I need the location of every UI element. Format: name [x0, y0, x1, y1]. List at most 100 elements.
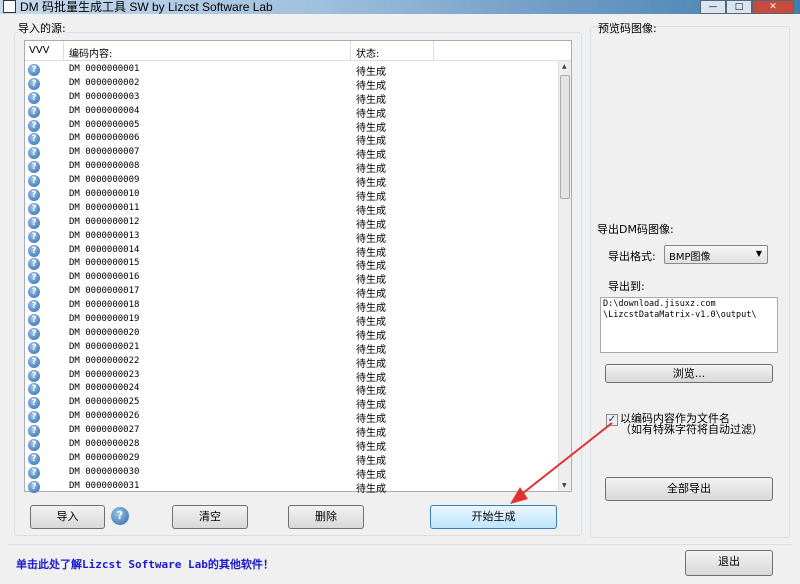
code-cell: DM 0000000031: [69, 480, 140, 491]
status-cell: 待生成: [356, 164, 386, 176]
status-cell: 待生成: [356, 122, 386, 134]
status-cell: 待生成: [356, 442, 386, 454]
table-row[interactable]: ? DM 0000000030 待生成: [25, 466, 559, 481]
import-button[interactable]: 导入: [30, 505, 105, 529]
scroll-down-icon[interactable]: ▼: [562, 482, 567, 489]
question-icon: ?: [28, 341, 40, 354]
status-cell: 待生成: [356, 150, 386, 162]
code-cell: DM 0000000021: [69, 341, 140, 352]
app-icon: [3, 0, 16, 13]
vertical-scrollbar[interactable]: ▲ ▼: [558, 61, 571, 491]
format-select[interactable]: BMP图像 ▼: [664, 245, 768, 264]
code-cell: DM 0000000018: [69, 300, 140, 311]
source-list[interactable]: VVV 编码内容: 状态: ? DM 0000000001 待生成? DM 00000…: [24, 40, 572, 495]
table-row[interactable]: ? DM 0000000010 待生成: [25, 188, 559, 203]
table-row[interactable]: ? DM 0000000021 待生成: [25, 341, 559, 356]
code-cell: DM 0000000006: [69, 133, 140, 144]
table-row[interactable]: ? DM 0000000024 待生成: [25, 382, 559, 397]
status-cell: 待生成: [356, 94, 386, 106]
clear-button[interactable]: 清空: [172, 505, 248, 529]
table-row[interactable]: ? DM 0000000012 待生成: [25, 216, 559, 231]
code-cell: DM 0000000015: [69, 258, 140, 269]
question-icon: ?: [28, 300, 40, 313]
column-header-icon[interactable]: VVV: [29, 45, 50, 56]
status-cell: 待生成: [356, 330, 386, 342]
question-icon: ?: [28, 286, 40, 299]
window-title: DM 码批量生成工具 SW by Lizcst Software Lab: [20, 0, 273, 14]
table-row[interactable]: ? DM 0000000005 待生成: [25, 119, 559, 134]
column-header-code[interactable]: 编码内容:: [69, 45, 112, 60]
status-cell: 待生成: [356, 108, 386, 120]
code-cell: DM 0000000016: [69, 272, 140, 283]
code-cell: DM 0000000028: [69, 439, 140, 450]
table-row[interactable]: ? DM 0000000006 待生成: [25, 132, 559, 148]
minimize-button[interactable]: —: [700, 0, 726, 14]
table-row[interactable]: ? DM 0000000022 待生成: [25, 355, 559, 370]
table-row[interactable]: ? DM 0000000011 待生成: [25, 202, 559, 217]
maximize-button[interactable]: □: [726, 0, 752, 14]
table-row[interactable]: ? DM 0000000009 待生成: [25, 174, 559, 189]
table-row[interactable]: ? DM 0000000007 待生成: [25, 146, 559, 162]
column-header-status[interactable]: 状态:: [356, 45, 379, 60]
question-icon: ?: [28, 314, 40, 327]
table-row[interactable]: ? DM 0000000028 待生成: [25, 438, 559, 454]
status-cell: 待生成: [356, 261, 386, 273]
table-row[interactable]: ? DM 0000000020 待生成: [25, 327, 559, 342]
table-row[interactable]: ? DM 0000000017 待生成: [25, 285, 559, 300]
scroll-up-icon[interactable]: ▲: [562, 63, 567, 70]
export-to-label: 导出到:: [608, 280, 645, 293]
delete-button[interactable]: 删除: [288, 505, 364, 529]
exit-button[interactable]: 退出: [685, 550, 773, 576]
question-icon: ?: [28, 383, 40, 396]
code-cell: DM 0000000025: [69, 397, 140, 408]
question-icon: ?: [28, 119, 40, 132]
question-icon: ?: [28, 202, 40, 215]
table-row[interactable]: ? DM 0000000014 待生成: [25, 244, 559, 259]
question-icon: ?: [28, 216, 40, 229]
table-row[interactable]: ? DM 0000000031 待生成: [25, 480, 559, 495]
question-icon: ?: [28, 189, 40, 202]
export-path-field[interactable]: D:\download.jisuxz.com \LizcstDataMatrix…: [600, 297, 778, 353]
code-cell: DM 0000000012: [69, 216, 140, 227]
status-cell: 待生成: [356, 205, 386, 217]
close-button[interactable]: ✕: [752, 0, 794, 14]
question-icon: ?: [28, 64, 40, 76]
question-icon: ?: [28, 244, 40, 257]
status-cell: 待生成: [356, 303, 386, 315]
start-generate-button[interactable]: 开始生成: [430, 505, 557, 529]
table-row[interactable]: ? DM 0000000002 待生成: [25, 77, 559, 92]
filename-checkbox[interactable]: ✓: [606, 414, 618, 426]
table-row[interactable]: ? DM 0000000003 待生成: [25, 91, 559, 106]
status-cell: 待生成: [356, 67, 386, 78]
table-row[interactable]: ? DM 0000000023 待生成: [25, 369, 559, 384]
help-icon[interactable]: ?: [111, 507, 129, 525]
export-all-button[interactable]: 全部导出: [605, 477, 773, 501]
table-row[interactable]: ? DM 0000000016 待生成: [25, 271, 559, 287]
code-cell: DM 0000000029: [69, 452, 140, 463]
code-cell: DM 0000000010: [69, 189, 140, 200]
table-row[interactable]: ? DM 0000000029 待生成: [25, 452, 559, 467]
status-cell: 待生成: [356, 275, 386, 287]
status-cell: 待生成: [356, 136, 386, 148]
browse-button[interactable]: 浏览...: [605, 364, 773, 383]
title-bar: DM 码批量生成工具 SW by Lizcst Software Lab — □…: [0, 0, 800, 14]
table-row[interactable]: ? DM 0000000001 待生成: [25, 63, 559, 78]
table-row[interactable]: ? DM 0000000018 待生成: [25, 299, 559, 315]
code-cell: DM 0000000024: [69, 383, 140, 394]
table-row[interactable]: ? DM 0000000026 待生成: [25, 410, 559, 425]
table-row[interactable]: ? DM 0000000004 待生成: [25, 105, 559, 120]
list-header: VVV 编码内容: 状态:: [25, 41, 571, 61]
question-icon: ?: [28, 480, 40, 493]
table-row[interactable]: ? DM 0000000008 待生成: [25, 160, 559, 176]
table-row[interactable]: ? DM 0000000025 待生成: [25, 396, 559, 411]
code-cell: DM 0000000023: [69, 369, 140, 380]
status-cell: 待生成: [356, 233, 386, 245]
source-label: 导入的源:: [18, 20, 66, 36]
table-row[interactable]: ? DM 0000000015 待生成: [25, 257, 559, 273]
code-cell: DM 0000000004: [69, 105, 140, 116]
table-row[interactable]: ? DM 0000000013 待生成: [25, 230, 559, 245]
table-row[interactable]: ? DM 0000000019 待生成: [25, 313, 559, 328]
scroll-thumb[interactable]: [560, 75, 570, 199]
other-software-link[interactable]: 单击此处了解Lizcst Software Lab的其他软件！: [16, 556, 274, 572]
table-row[interactable]: ? DM 0000000027 待生成: [25, 424, 559, 439]
